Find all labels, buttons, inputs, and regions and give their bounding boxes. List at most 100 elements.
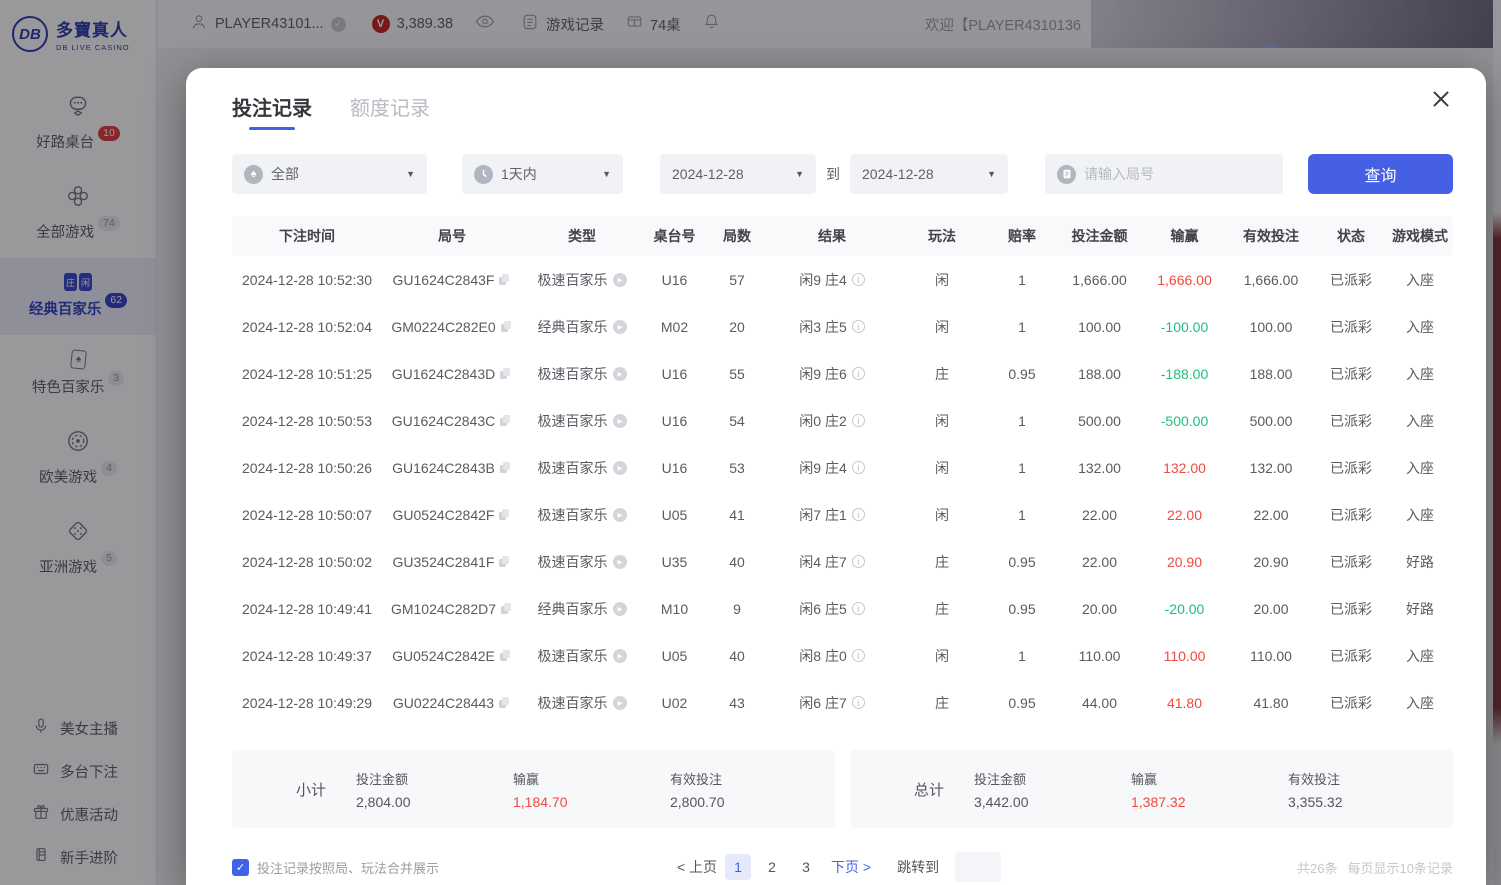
cell-play: 闲 bbox=[897, 317, 987, 337]
info-icon[interactable]: i bbox=[852, 649, 865, 662]
copy-icon[interactable] bbox=[500, 368, 512, 380]
cell-win-loss: 110.00 bbox=[1142, 648, 1227, 664]
cell-table-no: U16 bbox=[642, 413, 707, 429]
info-icon[interactable]: i bbox=[852, 555, 865, 568]
cell-round-id: GU1624C2843F bbox=[382, 272, 522, 288]
copy-icon[interactable] bbox=[500, 415, 512, 427]
prev-page-button[interactable]: < 上页 bbox=[677, 857, 717, 877]
cell-game-mode: 入座 bbox=[1387, 458, 1453, 478]
round-number-input[interactable] bbox=[1084, 166, 1271, 182]
cell-game-mode: 好路 bbox=[1387, 552, 1453, 572]
play-icon[interactable]: ▶ bbox=[613, 461, 627, 475]
table-row[interactable]: 2024-12-28 10:52:30 GU1624C2843F 极速百家乐▶ … bbox=[232, 256, 1453, 303]
cell-table-no: M10 bbox=[642, 601, 707, 617]
table-row[interactable]: 2024-12-28 10:49:41 GM1024C282D7 经典百家乐▶ … bbox=[232, 585, 1453, 632]
copy-icon[interactable] bbox=[501, 603, 513, 615]
play-icon[interactable]: ▶ bbox=[613, 649, 627, 663]
info-icon[interactable]: i bbox=[852, 696, 865, 709]
cell-win-loss: 20.90 bbox=[1142, 554, 1227, 570]
cell-type: 极速百家乐▶ bbox=[522, 505, 642, 525]
cell-bet-amount: 188.00 bbox=[1057, 366, 1142, 382]
copy-icon[interactable] bbox=[501, 321, 513, 333]
play-icon[interactable]: ▶ bbox=[613, 508, 627, 522]
page-button-2[interactable]: 2 bbox=[759, 854, 785, 880]
info-icon[interactable]: i bbox=[852, 367, 865, 380]
play-icon[interactable]: ▶ bbox=[613, 367, 627, 381]
cell-status: 已派彩 bbox=[1315, 599, 1387, 619]
table-row[interactable]: 2024-12-28 10:50:26 GU1624C2843B 极速百家乐▶ … bbox=[232, 444, 1453, 491]
cell-round-no: 43 bbox=[707, 695, 767, 711]
info-icon[interactable]: i bbox=[852, 461, 865, 474]
play-icon[interactable]: ▶ bbox=[613, 555, 627, 569]
cell-round-no: 55 bbox=[707, 366, 767, 382]
info-icon[interactable]: i bbox=[852, 414, 865, 427]
tab-betting-records[interactable]: 投注记录 bbox=[232, 92, 312, 130]
play-icon[interactable]: ▶ bbox=[613, 320, 627, 334]
cell-status: 已派彩 bbox=[1315, 693, 1387, 713]
table-row[interactable]: 2024-12-28 10:50:53 GU1624C2843C 极速百家乐▶ … bbox=[232, 397, 1453, 444]
table-row[interactable]: 2024-12-28 10:49:29 GU0224C28443 极速百家乐▶ … bbox=[232, 679, 1453, 726]
page-scrollbar[interactable] bbox=[1493, 0, 1501, 885]
header-round-id: 局号 bbox=[382, 226, 522, 246]
cell-result: 闲6 庄5i bbox=[767, 599, 897, 619]
table-row[interactable]: 2024-12-28 10:50:02 GU3524C2841F 极速百家乐▶ … bbox=[232, 538, 1453, 585]
next-page-button[interactable]: 下页 > bbox=[831, 857, 871, 877]
cell-game-mode: 入座 bbox=[1387, 270, 1453, 290]
cell-round-no: 54 bbox=[707, 413, 767, 429]
cell-game-mode: 入座 bbox=[1387, 364, 1453, 384]
copy-icon[interactable] bbox=[500, 650, 512, 662]
cell-valid-bet: 500.00 bbox=[1227, 413, 1315, 429]
table-row[interactable]: 2024-12-28 10:52:04 GM0224C282E0 经典百家乐▶ … bbox=[232, 303, 1453, 350]
date-range-to-label: 到 bbox=[826, 164, 840, 184]
period-select[interactable]: 1天内 ▼ bbox=[462, 154, 623, 194]
copy-icon[interactable] bbox=[499, 697, 511, 709]
info-icon[interactable]: i bbox=[852, 602, 865, 615]
cell-type: 经典百家乐▶ bbox=[522, 599, 642, 619]
copy-icon[interactable] bbox=[500, 462, 512, 474]
cell-result: 闲4 庄7i bbox=[767, 552, 897, 572]
header-win-loss: 输赢 bbox=[1142, 226, 1227, 246]
cell-round-no: 9 bbox=[707, 601, 767, 617]
cell-game-mode: 入座 bbox=[1387, 505, 1453, 525]
header-result: 结果 bbox=[767, 226, 897, 246]
table-row[interactable]: 2024-12-28 10:49:37 GU0524C2842E 极速百家乐▶ … bbox=[232, 632, 1453, 679]
cell-odds: 1 bbox=[987, 648, 1057, 664]
page-button-3[interactable]: 3 bbox=[793, 854, 819, 880]
cell-result: 闲8 庄0i bbox=[767, 646, 897, 666]
header-bet-time: 下注时间 bbox=[232, 226, 382, 246]
merge-records-checkbox[interactable]: ✓ bbox=[232, 859, 249, 876]
date-to-select[interactable]: 2024-12-28 ▼ bbox=[850, 154, 1008, 194]
header-game-mode: 游戏模式 bbox=[1387, 226, 1453, 246]
info-icon[interactable]: i bbox=[852, 273, 865, 286]
play-icon[interactable]: ▶ bbox=[613, 696, 627, 710]
cell-round-no: 53 bbox=[707, 460, 767, 476]
category-select[interactable]: ♠ 全部 ▼ bbox=[232, 154, 427, 194]
play-icon[interactable]: ▶ bbox=[613, 602, 627, 616]
copy-icon[interactable] bbox=[499, 509, 511, 521]
date-from-select[interactable]: 2024-12-28 ▼ bbox=[660, 154, 816, 194]
table-row[interactable]: 2024-12-28 10:51:25 GU1624C2843D 极速百家乐▶ … bbox=[232, 350, 1453, 397]
copy-icon[interactable] bbox=[499, 274, 511, 286]
cell-round-no: 40 bbox=[707, 554, 767, 570]
play-icon[interactable]: ▶ bbox=[613, 414, 627, 428]
cell-result: 闲0 庄2i bbox=[767, 411, 897, 431]
round-number-field[interactable] bbox=[1045, 154, 1283, 194]
info-icon[interactable]: i bbox=[852, 320, 865, 333]
cell-game-mode: 好路 bbox=[1387, 599, 1453, 619]
jump-to-input[interactable] bbox=[955, 852, 1001, 882]
info-icon[interactable]: i bbox=[852, 508, 865, 521]
tab-quota-records[interactable]: 额度记录 bbox=[350, 92, 430, 130]
play-icon[interactable]: ▶ bbox=[613, 273, 627, 287]
search-button[interactable]: 查询 bbox=[1308, 154, 1453, 194]
cell-status: 已派彩 bbox=[1315, 646, 1387, 666]
jump-to-label: 跳转到 bbox=[897, 857, 939, 877]
records-count-info: 共26条 每页显示10条记录 bbox=[1297, 858, 1453, 877]
cell-table-no: U35 bbox=[642, 554, 707, 570]
cell-round-id: GM1024C282D7 bbox=[382, 601, 522, 617]
page-button-1[interactable]: 1 bbox=[725, 854, 751, 880]
cell-odds: 1 bbox=[987, 413, 1057, 429]
close-icon[interactable] bbox=[1428, 86, 1454, 112]
copy-icon[interactable] bbox=[499, 556, 511, 568]
cell-bet-amount: 500.00 bbox=[1057, 413, 1142, 429]
table-row[interactable]: 2024-12-28 10:50:07 GU0524C2842F 极速百家乐▶ … bbox=[232, 491, 1453, 538]
